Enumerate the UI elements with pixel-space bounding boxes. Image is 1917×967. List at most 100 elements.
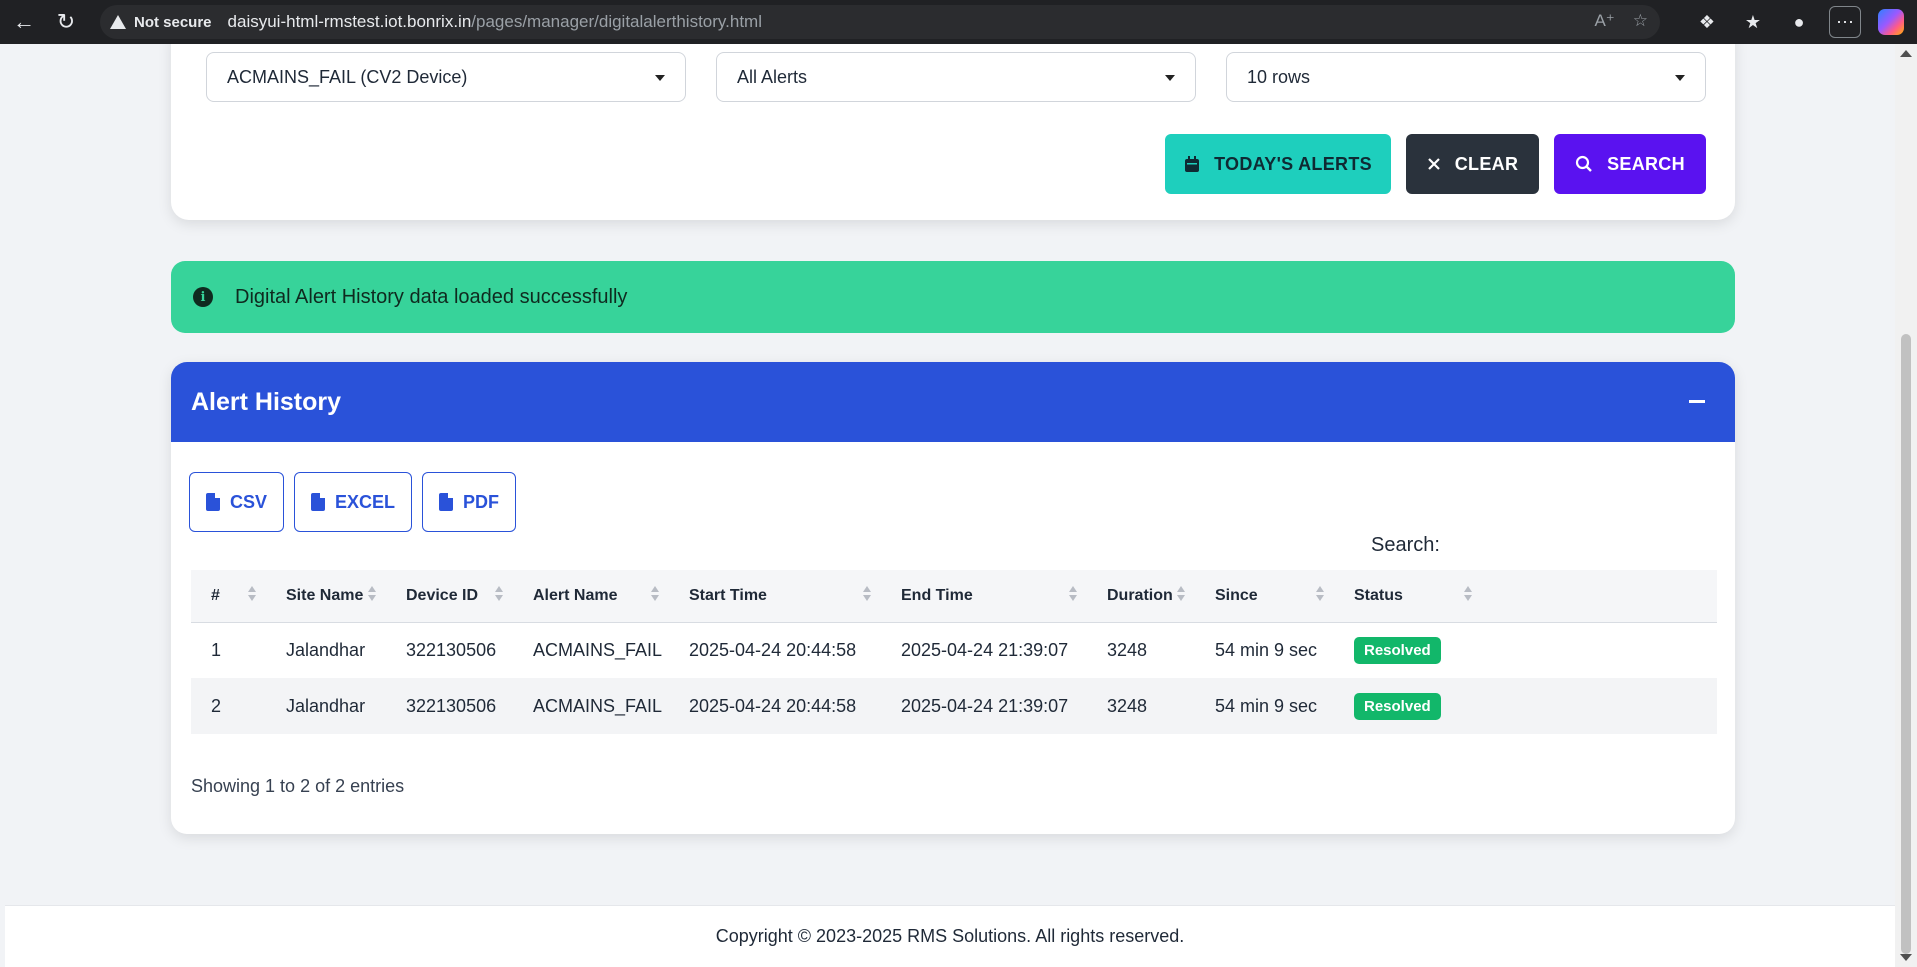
address-bar[interactable]: Not secure daisyui-html-rmstest.iot.bonr… xyxy=(100,5,1660,39)
pdf-file-icon xyxy=(439,493,454,511)
extensions-icon[interactable]: ❖ xyxy=(1691,6,1723,38)
column-header[interactable]: Site Name xyxy=(266,570,386,622)
csv-file-icon xyxy=(206,493,220,511)
copyright-text: Copyright © 2023-2025 RMS Solutions. All… xyxy=(715,926,1185,946)
cell-since: 54 min 9 sec xyxy=(1215,639,1318,660)
column-label: # xyxy=(211,586,220,604)
alert-history-header: Alert History xyxy=(171,362,1735,442)
column-label: Device ID xyxy=(406,586,479,604)
cell-start: 2025-04-24 20:44:58 xyxy=(689,695,857,716)
search-label: SEARCH xyxy=(1607,153,1685,174)
cell-since: 54 min 9 sec xyxy=(1215,695,1318,716)
export-csv-label: CSV xyxy=(230,491,268,512)
cell-end: 2025-04-24 21:39:07 xyxy=(901,639,1069,660)
column-label: Duration xyxy=(1107,586,1173,604)
search-button[interactable]: SEARCH xyxy=(1554,134,1706,194)
sort-icon xyxy=(863,586,871,601)
reload-icon[interactable]: ↻ xyxy=(48,4,84,40)
sort-icon xyxy=(368,586,376,601)
clear-button[interactable]: CLEAR xyxy=(1406,134,1539,194)
export-csv-button[interactable]: CSV xyxy=(189,472,285,532)
column-label: End Time xyxy=(901,586,973,604)
card-title: Alert History xyxy=(191,387,342,416)
export-pdf-button[interactable]: PDF xyxy=(422,472,517,532)
success-alert: i Digital Alert History data loaded succ… xyxy=(171,261,1735,333)
alert-message: Digital Alert History data loaded succes… xyxy=(235,285,628,308)
alert-history-table: # Site Name Device ID Alert Name Start T… xyxy=(191,570,1717,734)
sort-icon xyxy=(1316,586,1324,601)
collapse-icon[interactable] xyxy=(1689,400,1705,403)
export-pdf-label: PDF xyxy=(463,491,500,512)
column-header[interactable]: Device ID xyxy=(386,570,513,622)
todays-alerts-button[interactable]: TODAY'S ALERTS xyxy=(1165,134,1391,194)
table-row: 1 Jalandhar 322130506 ACMAINS_FAIL 2025-… xyxy=(191,622,1717,678)
copilot-icon[interactable] xyxy=(1875,6,1907,38)
export-excel-label: EXCEL xyxy=(335,491,396,512)
not-secure-label: Not secure xyxy=(134,13,212,31)
table-header-row: # Site Name Device ID Alert Name Start T… xyxy=(191,570,1717,622)
cell-duration: 3248 xyxy=(1107,695,1148,716)
profile-icon[interactable]: ● xyxy=(1783,6,1815,38)
todays-alerts-label: TODAY'S ALERTS xyxy=(1214,153,1372,174)
url-host: daisyui-html-rmstest.iot.bonrix.in xyxy=(227,12,472,31)
read-aloud-icon[interactable]: A⁺ xyxy=(1594,11,1614,31)
browser-toolbar: ← ↻ Not secure daisyui-html-rmstest.iot.… xyxy=(0,0,1917,44)
sort-icon xyxy=(248,586,256,601)
column-header[interactable]: End Time xyxy=(881,570,1087,622)
rows-select-value: 10 rows xyxy=(1247,66,1311,87)
close-icon xyxy=(1427,157,1441,171)
sort-icon xyxy=(1069,586,1077,601)
column-header[interactable]: Since xyxy=(1195,570,1334,622)
cell-site: Jalandhar xyxy=(286,639,366,660)
cell-num: 2 xyxy=(211,695,222,716)
column-header[interactable]: Status xyxy=(1334,570,1717,622)
more-menu-icon[interactable]: ⋯ xyxy=(1829,6,1861,38)
column-label: Alert Name xyxy=(533,586,618,604)
column-header[interactable]: Alert Name xyxy=(513,570,669,622)
column-label: Status xyxy=(1354,586,1403,604)
favorites-icon[interactable]: ★ xyxy=(1737,6,1769,38)
chevron-down-icon xyxy=(1165,75,1175,81)
status-badge: Resolved xyxy=(1354,692,1441,720)
column-label: Site Name xyxy=(286,586,364,604)
sort-icon xyxy=(495,586,503,601)
url-text[interactable]: daisyui-html-rmstest.iot.bonrix.in/pages… xyxy=(228,12,762,32)
device-select[interactable]: ACMAINS_FAIL (CV2 Device) xyxy=(206,52,686,102)
vertical-scrollbar[interactable] xyxy=(1895,44,1917,967)
back-icon[interactable]: ← xyxy=(6,4,42,40)
alert-history-card: Alert History CSV EXCEL PDF Search: # Si… xyxy=(171,362,1735,834)
alert-select-value: All Alerts xyxy=(737,66,808,87)
filter-card: ACMAINS_FAIL (CV2 Device) All Alerts 10 … xyxy=(171,44,1735,220)
clear-label: CLEAR xyxy=(1454,153,1519,174)
sort-icon xyxy=(1177,586,1185,601)
chevron-down-icon xyxy=(655,75,665,81)
sort-icon xyxy=(1464,586,1472,601)
cell-status: Resolved xyxy=(1334,678,1717,734)
cell-alert: ACMAINS_FAIL xyxy=(533,695,663,716)
scrollbar-thumb[interactable] xyxy=(1901,334,1911,954)
status-badge: Resolved xyxy=(1354,636,1441,664)
cell-num: 1 xyxy=(211,639,222,660)
excel-file-icon xyxy=(311,493,326,511)
export-excel-button[interactable]: EXCEL xyxy=(294,472,413,532)
rows-select[interactable]: 10 rows xyxy=(1226,52,1706,102)
cell-alert: ACMAINS_FAIL xyxy=(533,639,663,660)
page-content: ACMAINS_FAIL (CV2 Device) All Alerts 10 … xyxy=(5,44,1895,967)
scroll-down-arrow-icon[interactable] xyxy=(1900,954,1912,961)
cell-status: Resolved xyxy=(1334,622,1717,678)
url-path: /pages/manager/digitalalerthistory.html xyxy=(471,12,762,31)
scroll-up-arrow-icon[interactable] xyxy=(1900,50,1912,57)
column-header[interactable]: Start Time xyxy=(669,570,881,622)
column-header[interactable]: Duration xyxy=(1087,570,1195,622)
alert-type-select[interactable]: All Alerts xyxy=(716,52,1196,102)
cell-end: 2025-04-24 21:39:07 xyxy=(901,695,1069,716)
warning-icon xyxy=(110,15,126,29)
table-row: 2 Jalandhar 322130506 ACMAINS_FAIL 2025-… xyxy=(191,678,1717,734)
table-search-label: Search: xyxy=(1371,534,1440,556)
column-header[interactable]: # xyxy=(191,570,266,622)
entries-info: Showing 1 to 2 of 2 entries xyxy=(191,776,405,796)
cell-duration: 3248 xyxy=(1107,639,1148,660)
column-label: Start Time xyxy=(689,586,767,604)
favorite-star-icon[interactable]: ☆ xyxy=(1633,11,1648,31)
security-indicator[interactable]: Not secure xyxy=(110,14,212,31)
